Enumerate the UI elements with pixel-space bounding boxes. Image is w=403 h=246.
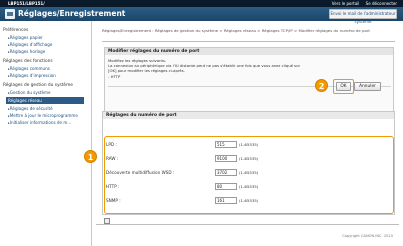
section-header: Réglages du numéro de port bbox=[103, 112, 394, 119]
field-label: RAW : bbox=[106, 156, 119, 161]
cancel-button[interactable]: Annuler bbox=[354, 82, 381, 91]
field-row-lpd: LPD : 515 (1-65535) bbox=[106, 140, 376, 152]
sidebar-item-system-management[interactable]: Gestion du système bbox=[8, 90, 51, 95]
dialog-header: Modifier réglages du numéro de port bbox=[105, 48, 393, 55]
sidebar: Préférences Réglages papier Réglages d'a… bbox=[0, 21, 92, 246]
sidebar-section-system: Réglages de gestion du système bbox=[3, 83, 73, 88]
field-label: HTTP : bbox=[106, 184, 120, 189]
top-bar: LBP151/LBP151/ Vers le portail Se déconn… bbox=[0, 0, 403, 7]
field-label: LPD : bbox=[106, 142, 117, 147]
callout-badge-2: 2 bbox=[315, 79, 328, 92]
http-port-input[interactable]: 80 bbox=[215, 183, 237, 190]
sidebar-section-functions: Réglages des fonctions bbox=[3, 59, 53, 64]
bottom-bar bbox=[96, 217, 399, 225]
field-row-http: HTTP : 80 (1-65535) bbox=[106, 182, 376, 194]
sidebar-item-clock[interactable]: Réglages horloge bbox=[8, 49, 46, 54]
title-bar: Réglages/Enregistrement Envoi le mail de… bbox=[0, 7, 403, 24]
sidebar-item-print[interactable]: Réglages d'impression bbox=[8, 73, 56, 78]
field-range: (1-65535) bbox=[239, 184, 259, 189]
field-range: (1-65535) bbox=[239, 170, 259, 175]
copyright: Copyright CANON INC. 2015 bbox=[342, 234, 393, 238]
field-label: SNMP : bbox=[106, 198, 121, 203]
sidebar-item-initialize[interactable]: Initialiser informations de m... bbox=[8, 120, 71, 125]
divider bbox=[102, 41, 395, 42]
mail-admin-button[interactable]: Envoi le mail de l'administrateur systèm… bbox=[329, 9, 397, 24]
sidebar-item-common[interactable]: Réglages communs bbox=[8, 66, 50, 71]
sidebar-section-preferences: Préférences bbox=[3, 28, 29, 33]
field-label: Découverte multidiffusion WSD : bbox=[106, 170, 175, 175]
dialog-message-line: - HTTP bbox=[108, 73, 121, 79]
page-top-icon[interactable] bbox=[104, 218, 110, 224]
top-links: Vers le portail Se déconnecter bbox=[327, 1, 397, 6]
dialog-message: Modifiez les réglages suivants. La conne… bbox=[108, 58, 308, 79]
main-content: Réglages/Enregistrement : Réglages de ge… bbox=[96, 21, 399, 246]
portal-link[interactable]: Vers le portail bbox=[332, 1, 360, 6]
dialog-message-line: La connexion au périphérique via l'IU di… bbox=[108, 63, 301, 74]
field-row-raw: RAW : 9100 (1-65535) bbox=[106, 154, 376, 166]
sidebar-item-paper[interactable]: Réglages papier bbox=[8, 35, 43, 40]
sidebar-item-network[interactable]: Réglages réseau bbox=[6, 97, 84, 104]
sidebar-item-security[interactable]: Réglages de sécurité bbox=[8, 106, 53, 111]
field-row-snmp: SNMP : 161 (1-65535) bbox=[106, 196, 376, 208]
breadcrumb: Réglages/Enregistrement : Réglages de ge… bbox=[102, 28, 370, 33]
snmp-port-input[interactable]: 161 bbox=[215, 197, 237, 204]
field-row-wsd: Découverte multidiffusion WSD : 3702 (1-… bbox=[106, 168, 376, 180]
field-range: (1-65535) bbox=[239, 142, 259, 147]
raw-port-input[interactable]: 9100 bbox=[215, 155, 237, 162]
field-range: (1-65535) bbox=[239, 156, 259, 161]
lpd-port-input[interactable]: 515 bbox=[215, 141, 237, 148]
logout-link[interactable]: Se déconnecter bbox=[366, 1, 397, 6]
settings-icon bbox=[5, 9, 15, 19]
callout-badge-1: 1 bbox=[84, 150, 97, 163]
page-title: Réglages/Enregistrement bbox=[18, 9, 126, 18]
ok-button[interactable]: OK bbox=[336, 82, 351, 91]
sidebar-item-display[interactable]: Réglages d'affichage bbox=[8, 42, 53, 47]
sidebar-item-firmware[interactable]: Mettre à jour le microprogramme bbox=[8, 113, 78, 118]
model-name: LBP151/LBP151/ bbox=[8, 1, 45, 6]
wsd-port-input[interactable]: 3702 bbox=[215, 169, 237, 176]
field-range: (1-65535) bbox=[239, 198, 259, 203]
